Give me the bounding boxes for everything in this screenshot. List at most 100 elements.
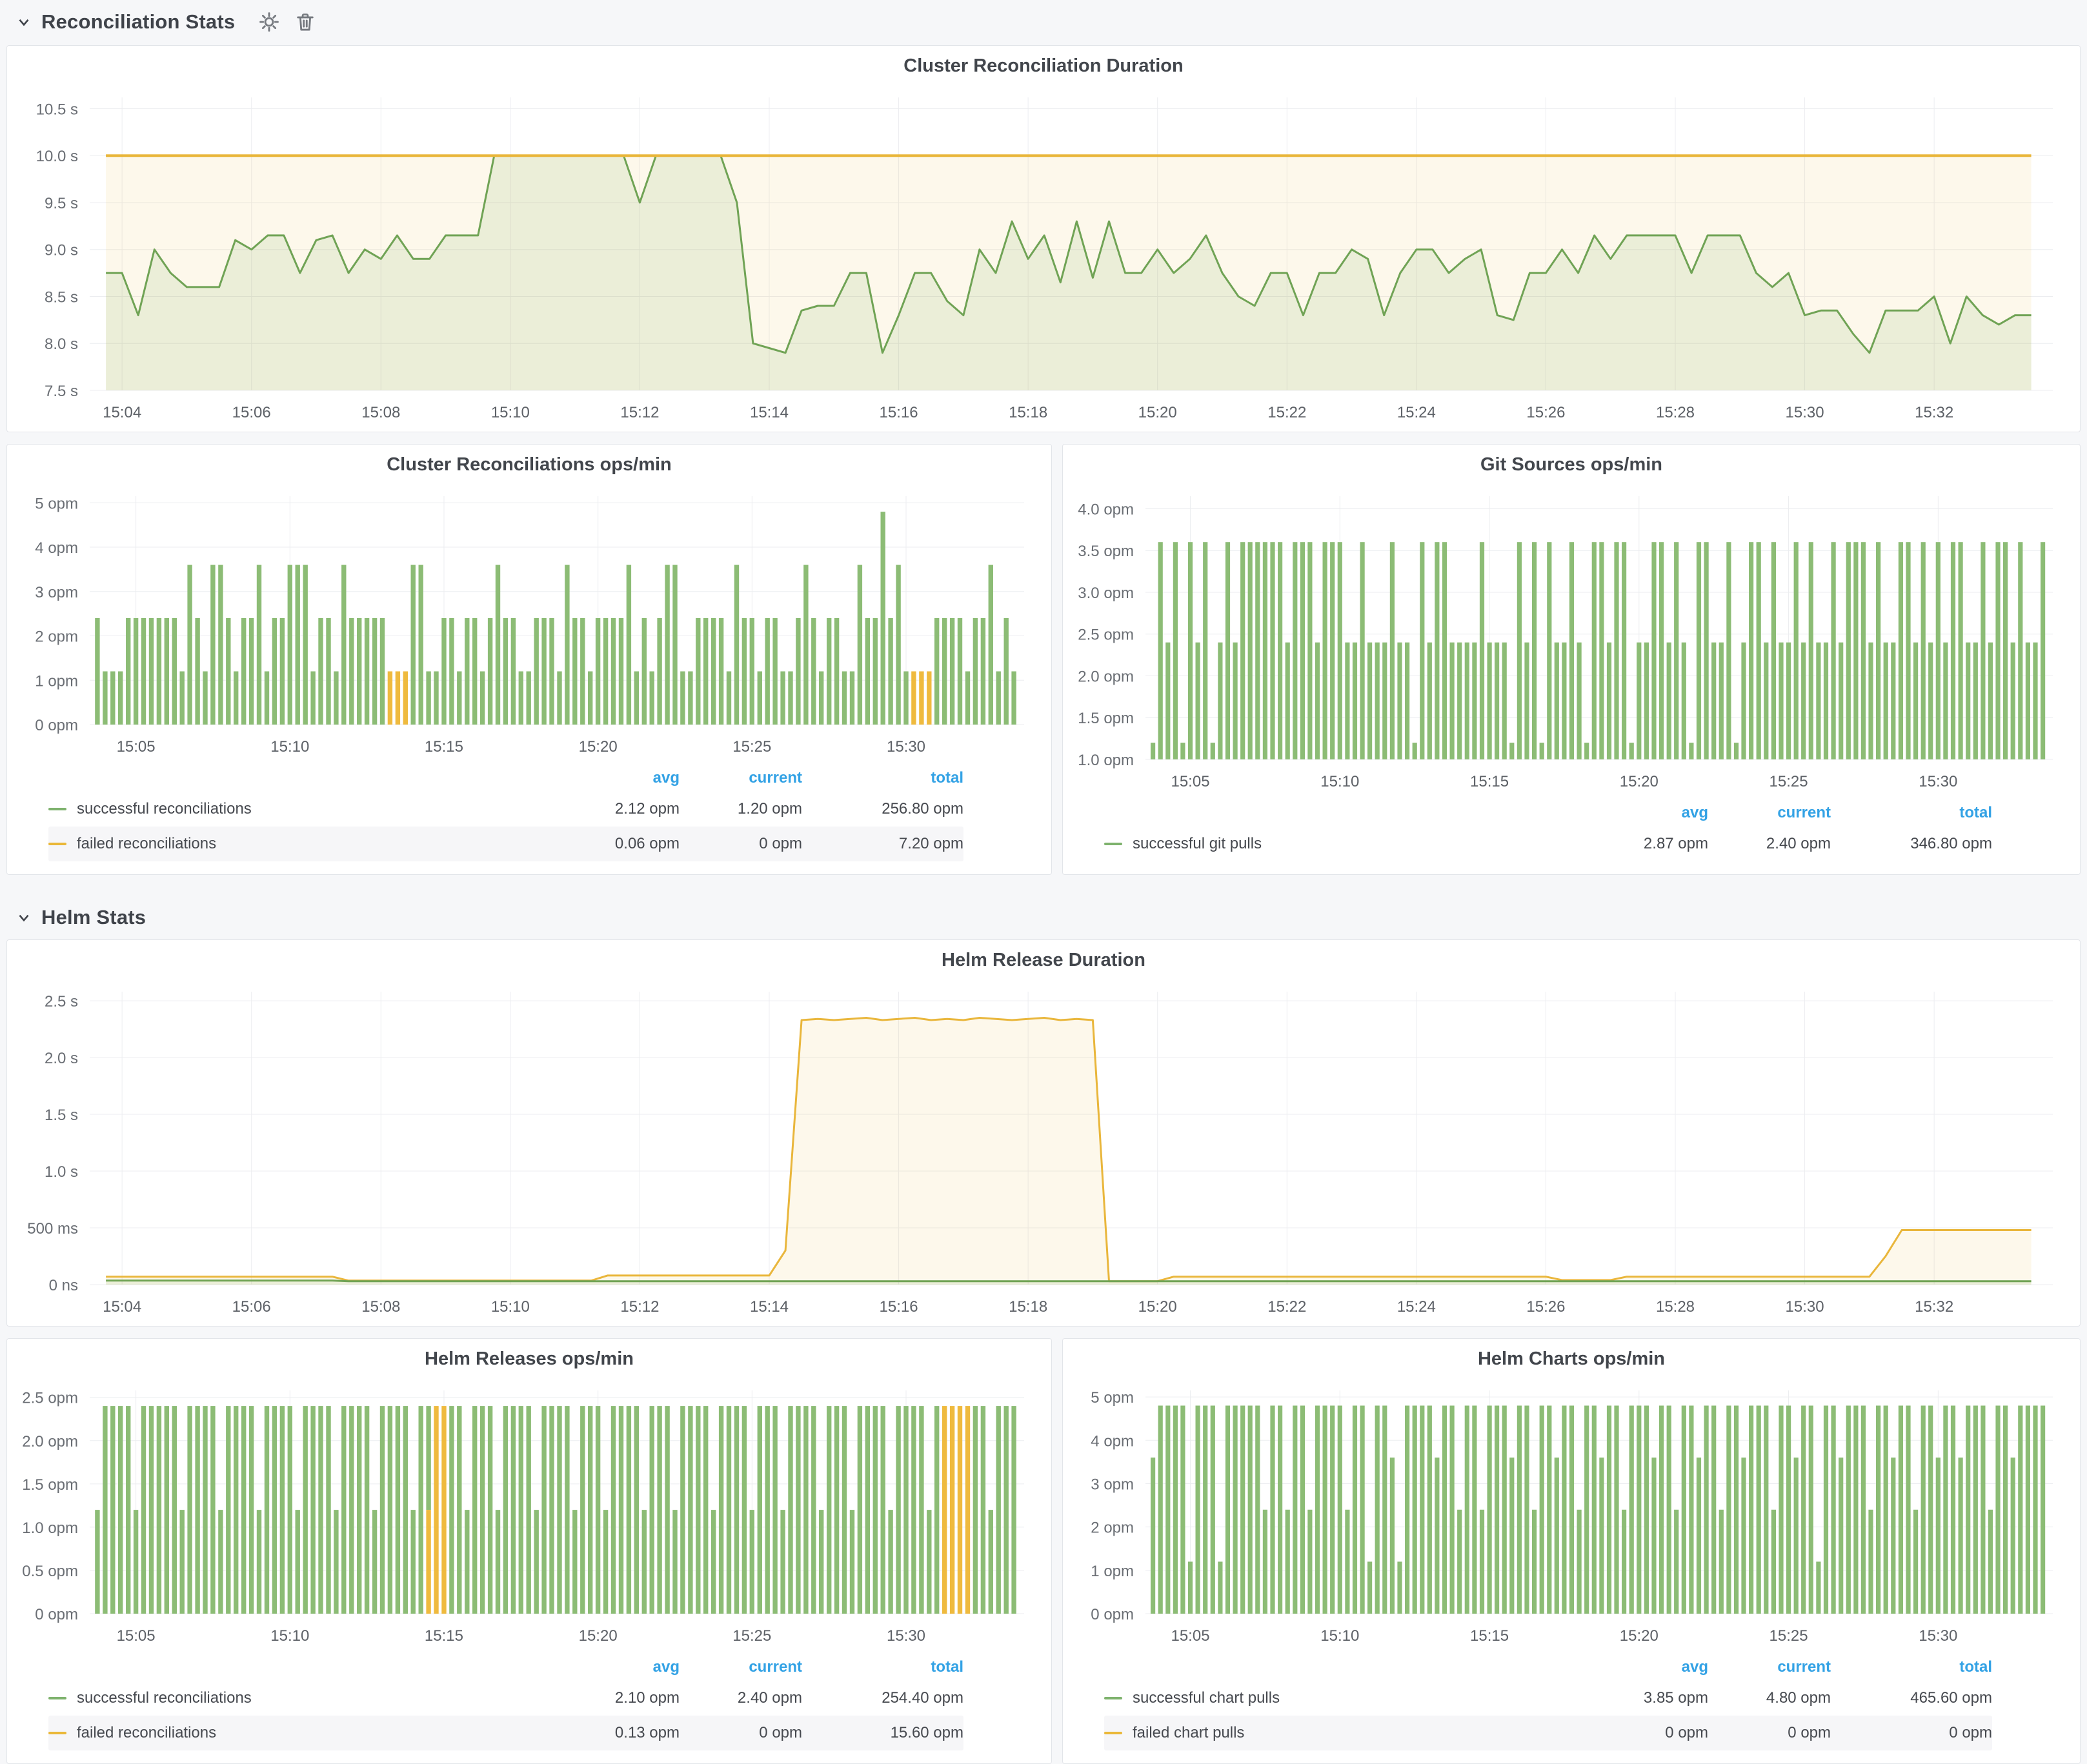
svg-text:3 opm: 3 opm	[35, 584, 78, 601]
svg-text:15:30: 15:30	[1919, 773, 1957, 790]
svg-text:1.5 s: 1.5 s	[45, 1107, 78, 1124]
legend-col-avg[interactable]: avg	[1579, 804, 1708, 822]
svg-text:15:15: 15:15	[1470, 773, 1509, 790]
legend-col-current[interactable]: current	[680, 769, 802, 787]
panel-cluster-duration: Cluster Reconciliation Duration 7.5 s8.0…	[6, 45, 2081, 432]
series-label[interactable]: failed chart pulls	[1133, 1724, 1244, 1742]
legend-col-current[interactable]: current	[1708, 1658, 1831, 1676]
svg-text:2.0 opm: 2.0 opm	[22, 1433, 78, 1450]
row-settings-button[interactable]	[258, 11, 280, 33]
svg-text:10.0 s: 10.0 s	[36, 148, 78, 165]
legend-col-current[interactable]: current	[680, 1658, 802, 1676]
avg-value: 0 opm	[1579, 1724, 1708, 1742]
total-value: 256.80 opm	[802, 800, 963, 818]
legend: avg current total successful chart pulls…	[1067, 1651, 2076, 1759]
svg-text:15:15: 15:15	[1470, 1627, 1509, 1645]
total-value: 254.40 opm	[802, 1689, 963, 1707]
legend-col-avg[interactable]: avg	[1579, 1658, 1708, 1676]
series-label[interactable]: failed reconciliations	[77, 1724, 216, 1742]
series-label[interactable]: successful chart pulls	[1133, 1689, 1280, 1707]
svg-text:15:24: 15:24	[1397, 1298, 1436, 1316]
svg-text:4 opm: 4 opm	[1091, 1432, 1134, 1450]
svg-text:15:20: 15:20	[1138, 1298, 1177, 1316]
legend-col-avg[interactable]: avg	[550, 769, 680, 787]
svg-text:15:15: 15:15	[425, 738, 463, 756]
panel-cluster-ops: Cluster Reconciliations ops/min 0 opm1 o…	[6, 444, 1052, 875]
panel-title[interactable]: Cluster Reconciliations ops/min	[7, 445, 1051, 485]
series-marker-orange	[1104, 1732, 1122, 1734]
panel-title[interactable]: Git Sources ops/min	[1063, 445, 2080, 485]
svg-text:15:10: 15:10	[270, 738, 309, 756]
avg-value: 0.13 opm	[550, 1724, 680, 1742]
panel-title[interactable]: Helm Releases ops/min	[7, 1339, 1051, 1379]
section-title[interactable]: Helm Stats	[41, 906, 146, 929]
cluster-ops-chart[interactable]: 0 opm1 opm2 opm3 opm4 opm5 opm15:0515:10…	[11, 485, 1047, 762]
legend-row-failed: failed chart pulls 0 opm 0 opm 0 opm	[1104, 1716, 1992, 1750]
total-value: 465.60 opm	[1831, 1689, 1992, 1707]
current-value: 0 opm	[680, 1724, 802, 1742]
current-value: 1.20 opm	[680, 800, 802, 818]
total-value: 15.60 opm	[802, 1724, 963, 1742]
svg-text:15:25: 15:25	[732, 738, 771, 756]
legend-row-successful: successful chart pulls 3.85 opm 4.80 opm…	[1104, 1681, 1992, 1716]
series-label[interactable]: successful git pulls	[1133, 835, 1262, 853]
svg-text:15:15: 15:15	[425, 1627, 463, 1645]
helm-duration-chart[interactable]: 0 ns500 ms1.0 s1.5 s2.0 s2.5 s15:0415:06…	[11, 980, 2076, 1322]
legend-col-total[interactable]: total	[802, 1658, 963, 1676]
svg-text:1.0 opm: 1.0 opm	[1078, 752, 1134, 769]
svg-text:3 opm: 3 opm	[1091, 1476, 1134, 1493]
svg-text:15:04: 15:04	[103, 404, 141, 421]
legend: avg current total successful git pulls 2…	[1067, 797, 2076, 870]
helm-releases-chart[interactable]: 0 opm0.5 opm1.0 opm1.5 opm2.0 opm2.5 opm…	[11, 1379, 1047, 1651]
legend-col-total[interactable]: total	[1831, 1658, 1992, 1676]
svg-text:15:05: 15:05	[1171, 773, 1209, 790]
panel-helm-duration: Helm Release Duration 0 ns500 ms1.0 s1.5…	[6, 939, 2081, 1327]
svg-text:15:08: 15:08	[361, 404, 400, 421]
avg-value: 0.06 opm	[550, 835, 680, 853]
panel-title[interactable]: Cluster Reconciliation Duration	[7, 46, 2080, 86]
row-delete-button[interactable]	[294, 11, 316, 33]
total-value: 7.20 opm	[802, 835, 963, 853]
svg-text:4.0 opm: 4.0 opm	[1078, 501, 1134, 518]
svg-text:15:26: 15:26	[1526, 404, 1565, 421]
svg-text:3.0 opm: 3.0 opm	[1078, 585, 1134, 602]
svg-text:15:18: 15:18	[1009, 1298, 1047, 1316]
helm-charts-chart[interactable]: 0 opm1 opm2 opm3 opm4 opm5 opm15:0515:10…	[1067, 1379, 2076, 1651]
svg-text:2.0 s: 2.0 s	[45, 1050, 78, 1067]
svg-text:15:30: 15:30	[887, 738, 925, 756]
svg-text:0 ns: 0 ns	[49, 1277, 78, 1294]
panel-title[interactable]: Helm Release Duration	[7, 940, 2080, 980]
svg-text:15:05: 15:05	[117, 738, 156, 756]
series-label[interactable]: failed reconciliations	[77, 835, 216, 853]
svg-text:15:12: 15:12	[620, 1298, 659, 1316]
panel-title[interactable]: Helm Charts ops/min	[1063, 1339, 2080, 1379]
svg-text:15:10: 15:10	[491, 404, 530, 421]
svg-text:15:06: 15:06	[232, 1298, 271, 1316]
section-title[interactable]: Reconciliation Stats	[41, 10, 235, 34]
legend-col-total[interactable]: total	[802, 769, 963, 787]
series-label[interactable]: successful reconciliations	[77, 800, 252, 818]
legend-col-total[interactable]: total	[1831, 804, 1992, 822]
chevron-down-icon[interactable]	[15, 14, 32, 30]
svg-text:15:10: 15:10	[491, 1298, 530, 1316]
chevron-down-icon[interactable]	[15, 909, 32, 926]
cluster-duration-chart[interactable]: 7.5 s8.0 s8.5 s9.0 s9.5 s10.0 s10.5 s15:…	[11, 86, 2076, 428]
series-label[interactable]: successful reconciliations	[77, 1689, 252, 1707]
series-marker-green	[48, 1697, 66, 1699]
svg-text:0 opm: 0 opm	[35, 717, 78, 734]
svg-text:5 opm: 5 opm	[1091, 1389, 1134, 1407]
svg-text:15:28: 15:28	[1656, 404, 1695, 421]
current-value: 2.40 opm	[1708, 835, 1831, 853]
section-reconciliation-stats[interactable]: Reconciliation Stats	[15, 6, 319, 37]
svg-text:15:20: 15:20	[1620, 773, 1659, 790]
git-sources-chart[interactable]: 1.0 opm1.5 opm2.0 opm2.5 opm3.0 opm3.5 o…	[1067, 485, 2076, 797]
svg-text:1.0 s: 1.0 s	[45, 1163, 78, 1181]
svg-text:15:25: 15:25	[1769, 1627, 1808, 1645]
panel-git-sources: Git Sources ops/min 1.0 opm1.5 opm2.0 op…	[1062, 444, 2081, 875]
svg-text:3.5 opm: 3.5 opm	[1078, 543, 1134, 560]
legend-col-avg[interactable]: avg	[550, 1658, 680, 1676]
section-helm-stats[interactable]: Helm Stats	[15, 902, 146, 933]
svg-text:2.5 s: 2.5 s	[45, 993, 78, 1010]
legend-col-current[interactable]: current	[1708, 804, 1831, 822]
svg-text:15:24: 15:24	[1397, 404, 1436, 421]
